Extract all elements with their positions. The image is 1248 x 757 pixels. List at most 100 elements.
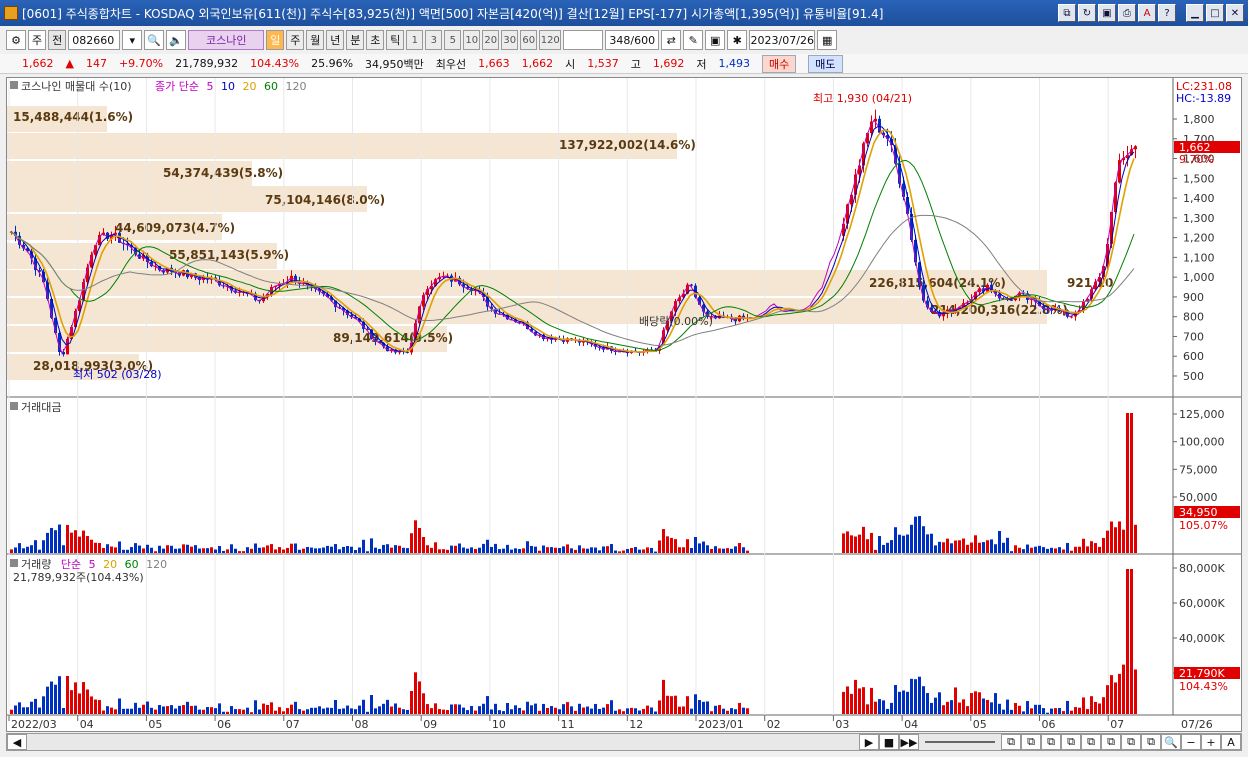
link-icon[interactable]: ⧉: [1058, 4, 1076, 22]
scroll-left-icon[interactable]: ◀: [7, 734, 27, 750]
amount-bar: [930, 533, 933, 553]
amount-bar: [446, 549, 449, 553]
volume-bar: [410, 691, 413, 714]
volume-bar: [594, 703, 597, 714]
volume-bar: [970, 693, 973, 714]
interval-20[interactable]: 20: [482, 30, 500, 50]
period-day[interactable]: 일: [266, 30, 285, 50]
volume-bar: [286, 708, 289, 714]
zoom-search-icon[interactable]: 🔍: [1161, 734, 1181, 750]
tool-icon[interactable]: ⧉: [1141, 734, 1161, 750]
volume-bar: [322, 708, 325, 714]
market-select[interactable]: 주: [28, 30, 47, 50]
amount-bar: [190, 546, 193, 553]
y-tick-label: 500: [1183, 370, 1204, 383]
disk-icon[interactable]: ▣: [705, 30, 726, 50]
zoom-in-icon[interactable]: +: [1201, 734, 1221, 750]
interval-120[interactable]: 120: [539, 30, 562, 50]
chart-svg[interactable]: 15,488,444(1.6%)137,922,002(14.6%)54,374…: [7, 78, 1241, 731]
volume-bar: [922, 686, 925, 714]
speaker-icon[interactable]: 🔈: [166, 30, 187, 50]
volume-bar: [54, 684, 57, 714]
stop-icon[interactable]: ■: [879, 734, 899, 750]
amount-bar: [674, 539, 677, 553]
volume-bar: [666, 695, 669, 714]
chart-area[interactable]: 15,488,444(1.6%) 137,922,002(14.6%) 54,374…: [6, 77, 1242, 732]
interval-30[interactable]: 30: [501, 30, 519, 50]
stock-name[interactable]: 코스나인: [188, 30, 265, 50]
tool-icon[interactable]: ⧉: [1121, 734, 1141, 750]
interval-10[interactable]: 10: [463, 30, 481, 50]
amount-bar: [954, 540, 957, 553]
zoom-out-icon[interactable]: −: [1181, 734, 1201, 750]
volume-bar: [598, 708, 601, 714]
font-icon[interactable]: A: [1221, 734, 1241, 750]
tool-icon[interactable]: ⧉: [1041, 734, 1061, 750]
save-icon[interactable]: ▣: [1098, 4, 1116, 22]
help-icon[interactable]: ?: [1158, 4, 1176, 22]
period-year[interactable]: 년: [326, 30, 345, 50]
volume-bar: [998, 703, 1001, 714]
amount-bar: [494, 543, 497, 553]
amount-bar: [194, 545, 197, 553]
period-month[interactable]: 월: [306, 30, 325, 50]
print-icon[interactable]: ⎙: [1118, 4, 1136, 22]
interval-60[interactable]: 60: [520, 30, 538, 50]
volume-bar: [266, 704, 269, 714]
ma-20: 20: [242, 80, 256, 93]
close-icon[interactable]: ✕: [1226, 4, 1244, 22]
amount-bar: [978, 542, 981, 553]
period-tick[interactable]: 틱: [386, 30, 405, 50]
buy-button[interactable]: 매수: [762, 54, 797, 73]
amount-bar: [602, 546, 605, 553]
volume-bar: [1066, 700, 1069, 714]
play-icon[interactable]: ▶: [859, 734, 879, 750]
search-icon[interactable]: 🔍: [144, 30, 165, 50]
draw-tool-icon[interactable]: ✎: [683, 30, 704, 50]
zoom-tool-icon[interactable]: ⇄: [661, 30, 682, 50]
interval-1[interactable]: 1: [406, 30, 424, 50]
date-input[interactable]: 2023/07/26: [749, 30, 816, 50]
volume-bar: [398, 707, 401, 714]
amount-bar: [162, 548, 165, 553]
volume-bar: [706, 701, 709, 714]
tool-icon[interactable]: ⧉: [1001, 734, 1021, 750]
volume-bar: [518, 707, 521, 714]
minimize-icon[interactable]: ▁: [1186, 4, 1204, 22]
interval-5[interactable]: 5: [444, 30, 462, 50]
dropdown-icon[interactable]: ▾: [122, 30, 143, 50]
calendar-icon[interactable]: ▦: [817, 30, 838, 50]
sell-button[interactable]: 매도: [808, 54, 843, 73]
amount-bar: [1050, 547, 1053, 553]
refresh-icon[interactable]: ↻: [1078, 4, 1096, 22]
volume-bar: [462, 707, 465, 714]
amount-bar: [222, 550, 225, 553]
x-tick-label: 05: [973, 718, 987, 731]
period-minute[interactable]: 분: [346, 30, 365, 50]
chart-scrollbar[interactable]: ◀ ▶ ■ ▶▶ ⧉ ⧉ ⧉ ⧉ ⧉ ⧉ ⧉ ⧉ 🔍 − + A: [6, 733, 1242, 751]
amount-bar: [606, 546, 609, 553]
settings-icon[interactable]: ⚙: [6, 30, 26, 50]
prev-button[interactable]: 전: [48, 30, 67, 50]
zoom-slider[interactable]: [925, 741, 995, 743]
tool-icon[interactable]: ⧉: [1021, 734, 1041, 750]
period-second[interactable]: 초: [366, 30, 385, 50]
custom-interval-input[interactable]: [563, 30, 604, 50]
volume-bar: [1006, 699, 1009, 714]
tool-icon[interactable]: ⧉: [1081, 734, 1101, 750]
volume-bar: [1094, 701, 1097, 714]
alert-icon[interactable]: A: [1138, 4, 1156, 22]
interval-3[interactable]: 3: [425, 30, 443, 50]
count-input[interactable]: 348/600: [605, 30, 660, 50]
gear-icon[interactable]: ✱: [727, 30, 748, 50]
period-week[interactable]: 주: [286, 30, 305, 50]
amount-bar: [418, 527, 421, 553]
amount-bar: [242, 551, 245, 553]
fast-forward-icon[interactable]: ▶▶: [899, 734, 919, 750]
tool-icon[interactable]: ⧉: [1101, 734, 1121, 750]
amount-bar: [382, 544, 385, 553]
maximize-icon[interactable]: □: [1206, 4, 1224, 22]
x-tick-label: 09: [423, 718, 437, 731]
tool-icon[interactable]: ⧉: [1061, 734, 1081, 750]
code-input[interactable]: 082660: [68, 30, 121, 50]
